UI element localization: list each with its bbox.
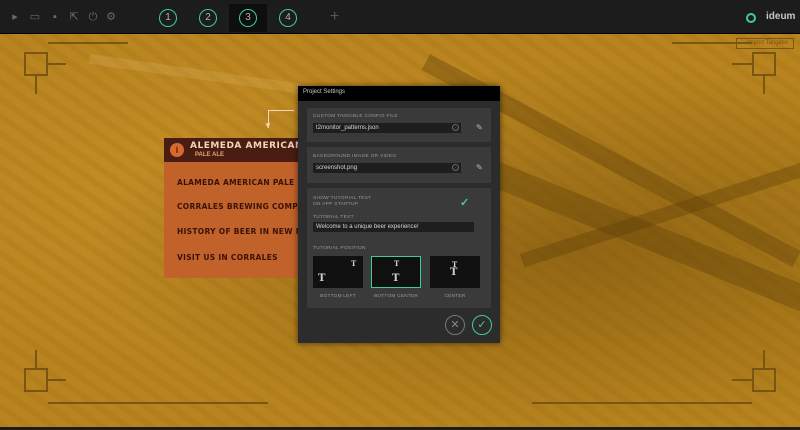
text-small-icon: T <box>394 259 400 268</box>
corner-frame <box>24 52 48 76</box>
project-settings-dialog: Project Settings CUSTOM TANGIBLE CONFIG … <box>298 86 500 343</box>
position-center-option[interactable]: T T <box>430 256 480 288</box>
card-menu-item[interactable]: CORRALES BREWING COMPANY <box>177 202 316 211</box>
info-logo-icon: i <box>170 143 184 157</box>
beer-info-card[interactable]: i ALEMEDA AMERICAN PALE ALE ALAMEDA AMER… <box>164 138 330 278</box>
dialog-titlebar: Project Settings <box>298 86 500 101</box>
frame-line <box>35 350 37 368</box>
background-input[interactable]: screenshot.png <box>313 163 461 173</box>
config-file-panel: CUSTOM TANGIBLE CONFIG FILE t2monitor_pa… <box>307 108 491 142</box>
tab-1[interactable]: 1 <box>149 4 187 32</box>
tutorial-panel: SHOW TUTORIAL TEXT ON APP STARTUP ✓ TUTO… <box>307 188 491 308</box>
tab-4[interactable]: 4 <box>269 4 307 32</box>
position-bottom-left-option[interactable]: T T <box>313 256 363 288</box>
config-file-label: CUSTOM TANGIBLE CONFIG FILE <box>313 114 398 119</box>
tab-label: 3 <box>239 9 257 27</box>
power-icon[interactable]: ⏻ <box>86 10 100 24</box>
position-option-label: BOTTOM LEFT <box>320 294 356 299</box>
frame-line <box>532 402 752 404</box>
position-option-label: BOTTOM CENTER <box>373 294 419 299</box>
text-large-icon: T <box>318 273 326 284</box>
frame-line <box>763 76 765 94</box>
corner-frame <box>24 368 48 392</box>
tab-3[interactable]: 3 <box>229 4 267 32</box>
corner-frame <box>752 368 776 392</box>
save-icon[interactable]: ▪ <box>48 10 62 24</box>
frame-line <box>763 350 765 368</box>
frame-line <box>48 379 66 381</box>
tab-2[interactable]: 2 <box>189 4 227 32</box>
show-tutorial-checkbox[interactable]: ✓ <box>460 196 469 209</box>
corner-frame <box>752 52 776 76</box>
clear-icon[interactable]: × <box>452 164 459 171</box>
frame-line <box>48 63 66 65</box>
cancel-button[interactable]: ✕ <box>445 315 465 335</box>
frame-line <box>35 76 37 94</box>
folder-icon[interactable]: ▭ <box>28 10 42 24</box>
edit-icon[interactable]: ✎ <box>476 124 483 132</box>
show-tutorial-label-2: ON APP STARTUP <box>313 202 359 207</box>
connection-status-icon <box>746 13 756 23</box>
add-tab-button[interactable]: + <box>330 9 339 25</box>
confirm-button[interactable]: ✓ <box>472 315 492 335</box>
tutorial-position-label: TUTORIAL POSITION <box>313 246 366 251</box>
gear-icon[interactable]: ⚙ <box>104 10 118 24</box>
edit-icon[interactable]: ✎ <box>476 164 483 172</box>
text-large-icon: T <box>392 273 400 284</box>
frame-line <box>732 379 752 381</box>
tutorial-text-input[interactable]: Welcome to a unique beer experience! <box>313 222 474 232</box>
card-title: ALEMEDA AMERICAN <box>190 141 303 151</box>
frame-line <box>732 63 752 65</box>
card-menu-item[interactable]: VISIT US IN CORRALES <box>177 253 278 262</box>
show-tutorial-label: SHOW TUTORIAL TEXT <box>313 196 372 201</box>
card-subtitle: PALE ALE <box>195 152 225 158</box>
text-small-icon: T <box>351 259 357 268</box>
frame-line <box>48 402 268 404</box>
arrow-down-icon: ▼ <box>264 121 272 130</box>
import-tangible-button[interactable]: Import Tangible <box>736 38 794 49</box>
dialog-title: Project Settings <box>303 89 346 95</box>
export-icon[interactable]: ⇱ <box>67 10 81 24</box>
brand-logo: ideum <box>766 11 796 22</box>
background-panel: BACKGROUND IMAGE OR VIDEO screenshot.png… <box>307 147 491 183</box>
card-menu-item[interactable]: ALAMEDA AMERICAN PALE ALE <box>177 178 314 187</box>
top-toolbar: ▸ ▭ ▪ ⇱ ⏻ ⚙ 1 2 3 4 + ideum <box>0 0 800 34</box>
text-large-icon: T <box>450 267 458 278</box>
clear-icon[interactable]: × <box>452 124 459 131</box>
tab-label: 1 <box>159 9 177 27</box>
tab-label: 2 <box>199 9 217 27</box>
background-label: BACKGROUND IMAGE OR VIDEO <box>313 154 397 159</box>
pointer-line <box>268 110 294 111</box>
position-option-label: CENTER <box>444 294 466 299</box>
frame-line <box>48 42 128 44</box>
card-header: i ALEMEDA AMERICAN PALE ALE <box>164 138 306 162</box>
config-file-input[interactable]: t2monitor_patterns.json <box>313 123 461 133</box>
tab-label: 4 <box>279 9 297 27</box>
tutorial-text-label: TUTORIAL TEXT <box>313 215 354 220</box>
position-bottom-center-option[interactable]: T T <box>371 256 421 288</box>
pointer-icon[interactable]: ▸ <box>8 10 22 24</box>
